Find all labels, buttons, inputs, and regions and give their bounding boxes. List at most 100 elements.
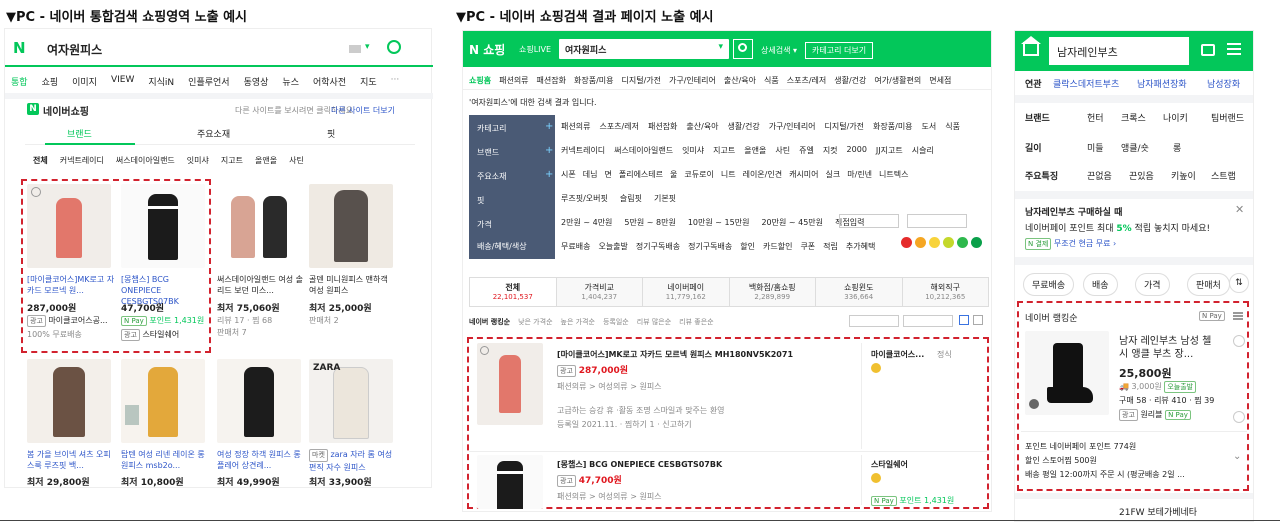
product-title[interactable]: [마이클코어스]MK로고 자카드 모르넥 원...: [27, 274, 115, 296]
color-orange-swatch[interactable]: [915, 237, 926, 248]
shopping-live-link[interactable]: 쇼핑LIVE: [519, 44, 551, 55]
filter-option[interactable]: JJ지고트: [876, 145, 903, 156]
product-image[interactable]: [121, 359, 205, 443]
subtab-material[interactable]: 주요소재: [197, 127, 230, 140]
filter-option[interactable]: 20만원 ~ 45만원: [761, 217, 823, 228]
tab-dictionary[interactable]: 어학사전: [313, 75, 346, 88]
filter-option[interactable]: 쥬엘: [799, 145, 814, 156]
tab-shopping[interactable]: 쇼핑: [42, 75, 59, 88]
result-tab-compare[interactable]: 가격비교 1,404,237: [556, 278, 643, 306]
product-image[interactable]: [309, 184, 393, 268]
filter-option[interactable]: 지고트: [713, 145, 735, 156]
detail-search-link[interactable]: 상세검색 ▾: [761, 45, 797, 56]
brand-option[interactable]: 크록스: [1121, 111, 1146, 124]
chip-free-shipping[interactable]: 무료배송: [1023, 273, 1075, 296]
chip-shipping[interactable]: 배송: [1083, 273, 1118, 296]
product-title[interactable]: 여성 정장 하객 원피스 롱 플레어 상견례...: [217, 449, 305, 471]
expand-icon[interactable]: +: [545, 145, 553, 156]
filter-option[interactable]: 사틴: [775, 145, 790, 156]
length-option[interactable]: 미들: [1087, 141, 1104, 154]
product-image[interactable]: [477, 455, 543, 509]
cat-item[interactable]: 화장품/미용: [574, 75, 614, 86]
filter-option[interactable]: 식품: [945, 121, 960, 132]
filter-option[interactable]: 패션잡화: [648, 121, 677, 132]
heart-icon[interactable]: [1233, 411, 1245, 423]
cat-home[interactable]: 쇼핑홈: [469, 75, 491, 86]
cat-item[interactable]: 디지털/가전: [622, 75, 662, 86]
filter-option[interactable]: 폴리에스테르: [619, 169, 663, 180]
filter-option[interactable]: 생활/건강: [728, 121, 760, 132]
related-keyword[interactable]: 남자패션장화: [1137, 77, 1187, 90]
color-green-swatch[interactable]: [957, 237, 968, 248]
filter-option[interactable]: 적립: [823, 241, 838, 252]
search-button[interactable]: [733, 39, 753, 59]
color-yellow-swatch[interactable]: [929, 237, 940, 248]
product-image[interactable]: [1025, 331, 1109, 415]
filter-option[interactable]: 할인: [740, 241, 755, 252]
related-keyword[interactable]: 남성장화: [1207, 77, 1240, 90]
product-title[interactable]: 봄 가을 브이넥 셔츠 오피스룩 루즈핏 백...: [27, 449, 115, 471]
sort-option[interactable]: 높은 가격순: [561, 317, 595, 327]
filter-item[interactable]: 써스데이아일랜드: [116, 155, 175, 166]
close-icon[interactable]: ✕: [1235, 203, 1244, 216]
filter-option[interactable]: 오늘출발: [598, 241, 627, 252]
filter-option[interactable]: 화장품/미용: [873, 121, 913, 132]
view-count-select[interactable]: [903, 315, 953, 327]
naver-logo[interactable]: N: [13, 39, 26, 57]
dropdown-icon[interactable]: ▾: [365, 42, 370, 52]
filter-option[interactable]: 2000: [847, 145, 867, 156]
cart-icon[interactable]: [1201, 44, 1215, 56]
cat-item[interactable]: 여가/생활편의: [874, 75, 921, 86]
filter-option[interactable]: 써스데이아일랜드: [614, 145, 673, 156]
result-tab-all[interactable]: 전체 22,101,537: [470, 278, 557, 306]
filter-option[interactable]: 5만원 ~ 8만원: [624, 217, 675, 228]
filter-option[interactable]: 데님: [583, 169, 598, 180]
filter-option[interactable]: 2만원 ~ 4만원: [561, 217, 612, 228]
product-image[interactable]: [217, 359, 301, 443]
filter-option[interactable]: 잇미샤: [682, 145, 704, 156]
search-icon[interactable]: [387, 40, 401, 54]
filter-option[interactable]: 울: [670, 169, 677, 180]
filter-item[interactable]: 올앤올: [255, 155, 277, 166]
chevron-down-icon[interactable]: ⌄: [1233, 451, 1241, 462]
product-title[interactable]: 골덴 미니원피스 맨하객 여성 원피스: [309, 274, 397, 296]
seller-name[interactable]: 스타일쉐어: [871, 459, 908, 470]
seller-name[interactable]: 마이클코어스...: [871, 349, 924, 360]
filter-option[interactable]: 캐시미어: [789, 169, 818, 180]
sort-option[interactable]: 낮은 가격순: [518, 317, 552, 327]
filter-option[interactable]: 슬림핏: [620, 193, 642, 204]
filter-item[interactable]: 사틴: [289, 155, 304, 166]
color-darkgreen-swatch[interactable]: [971, 237, 982, 248]
cat-item[interactable]: 패션의류: [499, 75, 528, 86]
filter-option[interactable]: 시슬리: [912, 145, 934, 156]
tab-image[interactable]: 이미지: [72, 75, 97, 88]
sort-option[interactable]: 등록일순: [603, 317, 629, 327]
filter-item[interactable]: 지고트: [221, 155, 243, 166]
mobile-search-input[interactable]: 남자레인부츠: [1049, 37, 1189, 65]
feature-option[interactable]: 키높이: [1171, 169, 1196, 182]
filter-option[interactable]: 쿠폰: [800, 241, 815, 252]
filter-item[interactable]: 잇미샤: [187, 155, 209, 166]
filter-option[interactable]: 도서: [922, 121, 937, 132]
related-keyword[interactable]: 클락스데저트부츠: [1053, 77, 1119, 90]
product-title[interactable]: 마켓 zara 자라 롬 여성 편직 자수 원피스: [309, 449, 397, 473]
heart-icon[interactable]: [1233, 335, 1245, 347]
cat-item[interactable]: 출산/육아: [724, 75, 756, 86]
tab-influencer[interactable]: 인플루언서: [188, 75, 229, 88]
brand-option[interactable]: 헌터: [1087, 111, 1104, 124]
expand-icon[interactable]: +: [545, 121, 553, 132]
chip-price[interactable]: 가격: [1135, 273, 1170, 296]
color-red-swatch[interactable]: [901, 237, 912, 248]
cat-item[interactable]: 식품: [764, 75, 779, 86]
result-title[interactable]: [마이클코어스]MK로고 자카드 모르넥 원피스 MH180NV5K2071: [557, 349, 793, 360]
filter-option[interactable]: 니트: [721, 169, 736, 180]
sort-toggle-icon[interactable]: ⇅: [1229, 273, 1249, 293]
filter-option[interactable]: 출산/육아: [686, 121, 718, 132]
dropdown-icon[interactable]: ▾: [718, 42, 723, 52]
filter-option[interactable]: 레이온/인견: [743, 169, 783, 180]
result-tab-dept[interactable]: 백화점/홈쇼핑 2,289,899: [729, 278, 816, 306]
cat-item[interactable]: 면세점: [929, 75, 951, 86]
search-input[interactable]: 여자원피스 ▾: [559, 39, 729, 59]
next-item-title[interactable]: 21FW 보테가베네타: [1119, 505, 1197, 518]
list-icon[interactable]: [1233, 312, 1243, 314]
